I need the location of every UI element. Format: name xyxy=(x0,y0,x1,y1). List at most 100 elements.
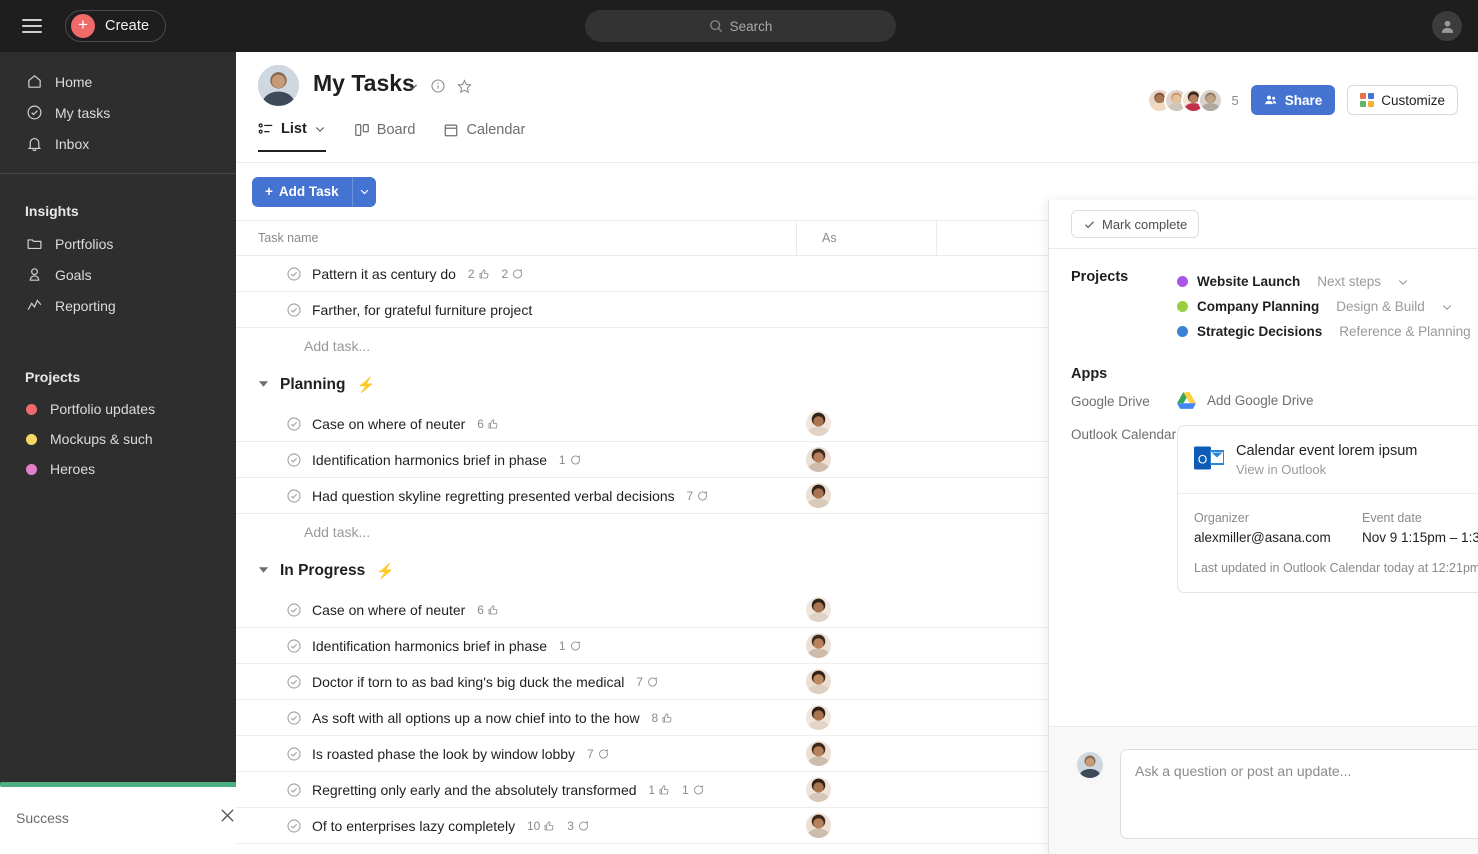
sidebar-item-home[interactable]: Home xyxy=(0,66,236,97)
sidebar-item-inbox[interactable]: Inbox xyxy=(0,128,236,159)
avatar xyxy=(258,65,299,106)
comment-row: Ask a question or post an update... xyxy=(1049,727,1478,839)
calendar-icon xyxy=(443,122,459,138)
apps-label: Apps xyxy=(1049,366,1177,382)
outlook-row: Outlook Calendar O xyxy=(1049,425,1478,593)
task-complete-checkbox[interactable] xyxy=(286,746,302,762)
task-title: Is roasted phase the look by window lobb… xyxy=(312,746,575,762)
project-color-dot xyxy=(26,464,37,475)
thumbs-up-icon xyxy=(487,418,499,430)
mark-complete-button[interactable]: Mark complete xyxy=(1071,210,1199,238)
view-in-outlook-link[interactable]: View in Outlook xyxy=(1236,462,1417,477)
task-name: Of to enterprises lazy completely 10 3 xyxy=(312,818,589,834)
close-icon[interactable] xyxy=(220,808,235,828)
task-title: Had question skyline regretting presente… xyxy=(312,488,675,504)
people-icon xyxy=(1264,93,1278,107)
avatar xyxy=(806,411,831,436)
task-name: Had question skyline regretting presente… xyxy=(312,488,708,504)
tab-calendar[interactable]: Calendar xyxy=(443,116,525,152)
comment-icon xyxy=(569,454,581,466)
task-name: Doctor if torn to as bad king's big duck… xyxy=(312,674,658,690)
plus-icon: + xyxy=(265,184,273,199)
projects-section: Projects Website Launch Next steps Compa… xyxy=(1049,269,1478,344)
project-color-dot xyxy=(1177,276,1188,287)
sidebar-item-label: Goals xyxy=(55,267,92,283)
like-count: 1 xyxy=(648,783,670,797)
task-title: Of to enterprises lazy completely xyxy=(312,818,515,834)
task-detail-panel: Mark complete xyxy=(1048,200,1478,854)
info-circle-icon[interactable] xyxy=(430,78,446,99)
sidebar-project-mockups[interactable]: Mockups & such xyxy=(0,424,236,454)
list-item[interactable]: Strategic Decisions Reference & Planning xyxy=(1177,319,1478,344)
sidebar-item-portfolios[interactable]: Portfolios xyxy=(0,228,236,259)
project-color-dot xyxy=(26,404,37,415)
project-color-dot xyxy=(1177,301,1188,312)
add-task-button[interactable]: + Add Task xyxy=(252,177,376,207)
task-complete-checkbox[interactable] xyxy=(286,710,302,726)
customize-button[interactable]: Customize xyxy=(1347,85,1458,115)
account-avatar-icon[interactable] xyxy=(1432,11,1462,41)
comment-icon xyxy=(692,784,704,796)
task-title: Doctor if torn to as bad king's big duck… xyxy=(312,674,624,690)
thumbs-up-icon xyxy=(487,604,499,616)
task-complete-checkbox[interactable] xyxy=(286,452,302,468)
list-item[interactable]: Company Planning Design & Build xyxy=(1177,294,1478,319)
outlook-icon: O xyxy=(1194,443,1224,473)
task-name: Farther, for grateful furniture project xyxy=(312,302,532,318)
task-complete-checkbox[interactable] xyxy=(286,782,302,798)
sidebar-project-heroes[interactable]: Heroes xyxy=(0,454,236,484)
gdrive-row: Google Drive Add Google Drive xyxy=(1049,392,1478,409)
add-google-drive-button[interactable]: Add Google Drive xyxy=(1177,392,1314,409)
grid-color-icon xyxy=(1360,93,1374,107)
task-complete-checkbox[interactable] xyxy=(286,638,302,654)
task-complete-checkbox[interactable] xyxy=(286,488,302,504)
lightning-bolt-icon: ⚡ xyxy=(356,376,375,394)
project-stage: Design & Build xyxy=(1336,299,1425,314)
tab-label: Board xyxy=(377,122,416,138)
lightning-bolt-icon: ⚡ xyxy=(376,562,395,580)
task-name: Pattern it as century do 2 2 xyxy=(312,266,523,282)
task-complete-checkbox[interactable] xyxy=(286,416,302,432)
goal-icon xyxy=(25,266,43,284)
tab-list[interactable]: List xyxy=(258,116,326,152)
sidebar-item-my-tasks[interactable]: My tasks xyxy=(0,97,236,128)
sidebar-item-label: Reporting xyxy=(55,298,116,314)
project-stage: Reference & Planning xyxy=(1339,324,1470,339)
task-complete-checkbox[interactable] xyxy=(286,674,302,690)
triangle-down-icon[interactable] xyxy=(258,376,269,394)
sidebar-item-reporting[interactable]: Reporting xyxy=(0,290,236,321)
comment-icon xyxy=(569,640,581,652)
mark-complete-label: Mark complete xyxy=(1102,217,1187,232)
add-task-main[interactable]: + Add Task xyxy=(252,177,352,207)
task-complete-checkbox[interactable] xyxy=(286,602,302,618)
share-label: Share xyxy=(1285,93,1323,108)
task-complete-checkbox[interactable] xyxy=(286,818,302,834)
triangle-down-icon[interactable] xyxy=(258,562,269,580)
sidebar-item-goals[interactable]: Goals xyxy=(0,259,236,290)
add-task-dropdown[interactable] xyxy=(352,177,376,207)
hamburger-icon[interactable] xyxy=(22,19,42,33)
list-item[interactable]: Website Launch Next steps xyxy=(1177,269,1478,294)
tab-board[interactable]: Board xyxy=(354,116,416,152)
share-button[interactable]: Share xyxy=(1251,85,1336,115)
page-title: My Tasks xyxy=(313,70,415,97)
comment-icon xyxy=(646,676,658,688)
task-complete-checkbox[interactable] xyxy=(286,302,302,318)
search-icon xyxy=(709,19,723,33)
sidebar-project-portfolio-updates[interactable]: Portfolio updates xyxy=(0,394,236,424)
create-button[interactable]: + Create xyxy=(65,10,166,42)
task-complete-checkbox[interactable] xyxy=(286,266,302,282)
chevron-down-icon[interactable] xyxy=(406,80,419,98)
comment-input[interactable]: Ask a question or post an update... xyxy=(1120,749,1478,839)
apps-section-title: Apps xyxy=(1049,366,1478,382)
search-input[interactable]: Search xyxy=(585,10,896,42)
chevron-down-icon[interactable] xyxy=(314,123,326,135)
star-icon[interactable] xyxy=(456,78,473,100)
member-avatars[interactable]: 5 xyxy=(1147,88,1238,113)
avatar xyxy=(1198,88,1223,113)
outlook-card-header: O Calendar event lorem ipsum View in Out… xyxy=(1178,426,1478,493)
comment-composer: Ask a question or post an update... Coll… xyxy=(1049,726,1478,854)
chevron-down-icon[interactable] xyxy=(1441,301,1453,313)
task-title: Regretting only early and the absolutely… xyxy=(312,782,637,798)
chevron-down-icon[interactable] xyxy=(1397,276,1409,288)
